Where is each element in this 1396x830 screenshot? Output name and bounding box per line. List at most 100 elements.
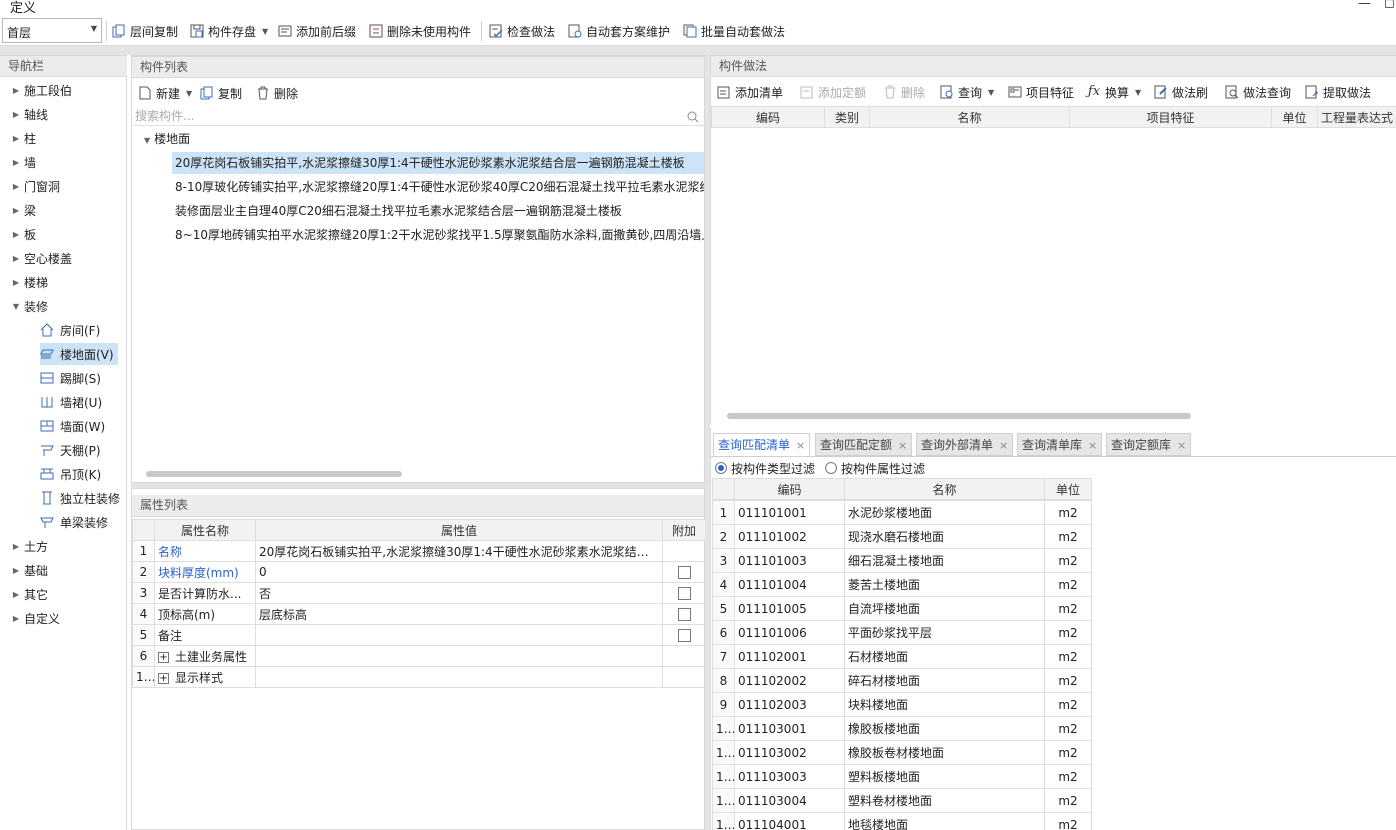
property-value[interactable]: 0: [255, 561, 663, 583]
floor-copy-button[interactable]: 层间复制: [112, 21, 178, 41]
nav-item[interactable]: ▶ 梁: [0, 199, 126, 221]
tree-root[interactable]: ▼ 楼地面: [144, 128, 344, 150]
table-row[interactable]: 9 011102003 块料楼地面 m2: [712, 692, 1092, 717]
close-icon[interactable]: ×: [1177, 439, 1186, 452]
property-value[interactable]: 20厚花岗石板铺实拍平,水泥浆擦缝30厚1:4干硬性水泥砂浆素水泥浆结合...: [255, 540, 663, 562]
table-row[interactable]: 5 011101005 自流坪楼地面 m2: [712, 596, 1092, 621]
search-input[interactable]: 搜索构件...: [133, 108, 705, 126]
close-icon[interactable]: ×: [1088, 439, 1097, 452]
table-row[interactable]: 8 011102002 碎石材楼地面 m2: [712, 668, 1092, 693]
nav-item[interactable]: ▶ 板: [0, 223, 126, 245]
tab-quota-library[interactable]: 查询定额库 ×: [1106, 433, 1192, 456]
property-value[interactable]: [255, 624, 663, 646]
tab-match-list[interactable]: 查询匹配清单 ×: [713, 433, 811, 456]
nav-sub-suspended[interactable]: 吊顶(K): [40, 463, 105, 485]
close-icon[interactable]: ×: [796, 439, 805, 452]
nav-sub-ceiling[interactable]: 天棚(P): [40, 439, 105, 461]
add-quota-button[interactable]: 添加定额: [800, 83, 866, 101]
extra-checkbox[interactable]: [677, 587, 691, 600]
restore-button[interactable]: ◻: [1384, 0, 1395, 11]
table-row[interactable]: 4 011101004 菱苦土楼地面 m2: [712, 572, 1092, 597]
nav-sub-room[interactable]: 房间(F): [40, 319, 104, 341]
close-icon[interactable]: ×: [898, 439, 907, 452]
convert-button[interactable]: ƒx 换算 ▼: [1087, 83, 1141, 101]
extra-checkbox[interactable]: [677, 608, 691, 621]
comp-save-button[interactable]: 构件存盘 ▼: [190, 21, 268, 41]
table-row[interactable]: 10 011103001 橡胶板楼地面 m2: [712, 716, 1092, 741]
copy-button[interactable]: 复制: [200, 84, 242, 102]
add-list-button[interactable]: 添加清单: [717, 83, 783, 101]
table-row[interactable]: 13 011103004 塑料卷材楼地面 m2: [712, 788, 1092, 813]
nav-item[interactable]: ▶ 门窗洞: [0, 175, 126, 197]
table-row[interactable]: 4 顶标高(m) 层底标高: [132, 603, 706, 625]
property-value[interactable]: 否: [255, 582, 663, 604]
table-row[interactable]: 12 011103003 塑料板楼地面 m2: [712, 764, 1092, 789]
table-row[interactable]: 10 + 显示样式: [132, 666, 706, 688]
nav-item[interactable]: ▶ 柱: [0, 127, 126, 149]
method-query-button[interactable]: 做法查询: [1225, 83, 1291, 101]
add-prefix-suffix-button[interactable]: 添加前后缀: [278, 21, 356, 41]
filter-type-radio[interactable]: 按构件类型过滤: [715, 460, 815, 476]
property-group[interactable]: + 土建业务属性: [154, 645, 256, 667]
horizontal-scrollbar[interactable]: [727, 413, 1191, 419]
nav-sub-column-deco[interactable]: 独立柱装修: [40, 487, 124, 509]
table-row[interactable]: 1 名称 20厚花岗石板铺实拍平,水泥浆擦缝30厚1:4干硬性水泥砂浆素水泥浆结…: [132, 540, 706, 562]
table-row[interactable]: 11 011103002 橡胶板卷材楼地面 m2: [712, 740, 1092, 765]
delete-unused-button[interactable]: 删除未使用构件: [369, 21, 471, 41]
nav-item[interactable]: ▶ 其它: [0, 583, 126, 605]
property-group[interactable]: + 显示样式: [154, 666, 256, 688]
tab-list-library[interactable]: 查询清单库 ×: [1017, 433, 1103, 456]
nav-item[interactable]: ▶ 楼梯: [0, 271, 126, 293]
floor-select[interactable]: 首层 ▼: [2, 18, 102, 43]
nav-sub-floor[interactable]: 楼地面(V): [40, 343, 118, 365]
nav-sub-dado[interactable]: 墙裙(U): [40, 391, 106, 413]
expand-plus-icon[interactable]: +: [158, 651, 169, 663]
nav-item[interactable]: ▶ 轴线: [0, 103, 126, 125]
nav-item[interactable]: ▶ 墙: [0, 151, 126, 173]
item-feature-button[interactable]: 项目特征: [1008, 83, 1074, 101]
table-row[interactable]: 5 备注: [132, 624, 706, 646]
property-value[interactable]: 层底标高: [255, 603, 663, 625]
table-row[interactable]: 2 011101002 现浇水磨石楼地面 m2: [712, 524, 1092, 549]
nav-item[interactable]: ▶ 土方: [0, 535, 126, 557]
expand-plus-icon[interactable]: +: [158, 672, 169, 684]
nav-item-decoration[interactable]: ▼ 装修: [0, 295, 126, 317]
table-row[interactable]: 2 块料厚度(mm) 0: [132, 561, 706, 583]
table-row[interactable]: 3 是否计算防水... 否: [132, 582, 706, 604]
tab-external-list[interactable]: 查询外部清单 ×: [916, 433, 1014, 456]
nav-item[interactable]: ▶ 空心楼盖: [0, 247, 126, 269]
extract-button[interactable]: 提取做法: [1305, 83, 1371, 101]
nav-sub-skirting[interactable]: 踢脚(S): [40, 367, 105, 389]
table-row[interactable]: 6 + 土建业务属性: [132, 645, 706, 667]
delete-method-button[interactable]: 删除: [883, 83, 925, 101]
nav-sub-beam-deco[interactable]: 单梁装修: [40, 511, 112, 533]
table-row[interactable]: 3 011101003 细石混凝土楼地面 m2: [712, 548, 1092, 573]
table-row[interactable]: 6 011101006 平面砂浆找平层 m2: [712, 620, 1092, 645]
extra-checkbox[interactable]: [677, 629, 691, 642]
nav-sub-wall[interactable]: 墙面(W): [40, 415, 109, 437]
extra-checkbox[interactable]: [677, 566, 691, 579]
new-button[interactable]: 新建 ▼: [138, 84, 192, 102]
tree-item[interactable]: 20厚花岗石板铺实拍平,水泥浆擦缝30厚1:4干硬性水泥砂浆素水泥浆结合层一遍钢…: [172, 152, 704, 174]
tab-match-quota[interactable]: 查询匹配定额 ×: [815, 433, 913, 456]
tree-item[interactable]: 装修面层业主自理40厚C20细石混凝土找平拉毛素水泥浆结合层一遍钢筋混凝土楼板: [172, 200, 704, 222]
nav-item[interactable]: ▶ 自定义: [0, 607, 126, 629]
minimize-button[interactable]: —: [1358, 0, 1371, 11]
query-button[interactable]: 查询 ▼: [940, 83, 994, 101]
horizontal-scrollbar[interactable]: [146, 471, 402, 477]
nav-item[interactable]: ▶ 基础: [0, 559, 126, 581]
delete-button[interactable]: 删除: [256, 84, 298, 102]
tree-item[interactable]: 8-10厚玻化砖铺实拍平,水泥浆擦缝20厚1:4干硬性水泥砂浆40厚C20细石混…: [172, 176, 704, 198]
table-row[interactable]: 7 011102001 石材楼地面 m2: [712, 644, 1092, 669]
close-icon[interactable]: ×: [999, 439, 1008, 452]
check-method-button[interactable]: 检查做法: [489, 21, 555, 41]
nav-item[interactable]: ▶ 施工段伯: [0, 79, 126, 101]
table-row[interactable]: 14 011104001 地毯楼地面 m2: [712, 812, 1092, 830]
auto-scheme-button[interactable]: 自动套方案维护: [568, 21, 670, 41]
table-row[interactable]: 1 011101001 水泥砂浆楼地面 m2: [712, 500, 1092, 525]
search-icon[interactable]: [686, 110, 700, 124]
tree-item[interactable]: 8~10厚地砖铺实拍平水泥浆擦缝20厚1:2干水泥砂浆找平1.5厚聚氨酯防水涂料…: [172, 224, 704, 246]
filter-attr-radio[interactable]: 按构件属性过滤: [825, 460, 925, 476]
method-brush-button[interactable]: 做法刷: [1154, 83, 1208, 101]
batch-auto-button[interactable]: 批量自动套做法: [683, 21, 785, 41]
